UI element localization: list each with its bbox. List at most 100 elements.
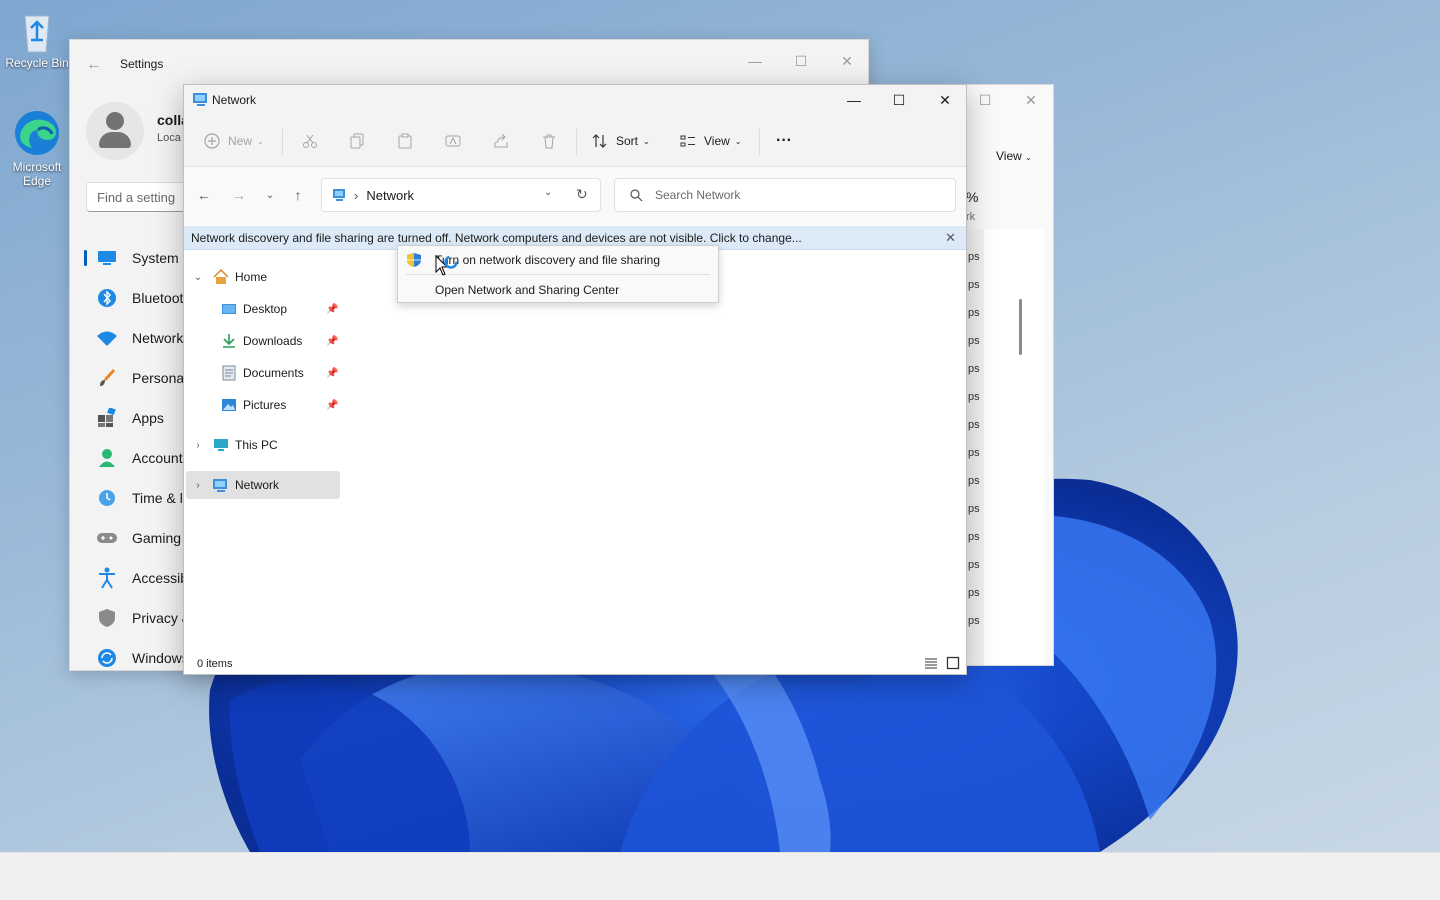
maximize-icon[interactable]: ☐ xyxy=(876,85,922,115)
navigation-pane: ⌄ Home Desktop 📌 Downloads 📌 Documents 📌… xyxy=(184,251,344,651)
tree-item-home[interactable]: ⌄ Home xyxy=(186,263,340,291)
tree-item-this-pc[interactable]: › This PC xyxy=(186,431,340,459)
desktop-icon-label: Microsoft Edge xyxy=(12,160,62,188)
rename-icon xyxy=(445,135,461,147)
list-item: ps xyxy=(968,475,980,487)
edge-icon xyxy=(15,111,59,155)
settings-title: Settings xyxy=(120,57,164,71)
pictures-icon xyxy=(220,396,238,414)
nav-label: Gaming xyxy=(132,530,182,546)
more-options-button[interactable]: ··· xyxy=(776,129,792,153)
recycle-bin-icon xyxy=(24,15,50,53)
maximize-icon[interactable]: ☐ xyxy=(786,48,816,74)
close-icon[interactable]: ✕ xyxy=(832,48,862,74)
chevron-down-icon[interactable]: ⌄ xyxy=(192,272,204,283)
item-count: 0 items xyxy=(197,658,233,670)
command-bar: New ⌄ Sort ⌄ View ⌄ ··· xyxy=(184,115,966,167)
accessibility-icon xyxy=(96,567,118,589)
tree-label: Documents xyxy=(243,366,304,380)
copy-button[interactable] xyxy=(349,129,365,153)
large-icons-view-icon[interactable] xyxy=(946,656,960,673)
forward-arrow-icon[interactable]: → xyxy=(229,185,249,205)
bluetooth-icon xyxy=(96,287,118,309)
share-button[interactable] xyxy=(493,129,509,153)
view-button[interactable]: View ⌄ xyxy=(680,129,742,153)
nav-label: System xyxy=(132,250,179,266)
address-bar-row: ← → ⌄ ↑ › Network ⌄ ↻ Search Network xyxy=(184,167,966,225)
address-bar[interactable]: › Network ⌄ ↻ xyxy=(321,178,601,212)
toolbar-divider xyxy=(576,129,577,155)
network-icon xyxy=(332,188,348,202)
chevron-right-icon[interactable]: › xyxy=(192,480,204,491)
nav-label: Network xyxy=(132,330,184,346)
pin-icon[interactable]: 📌 xyxy=(326,304,338,315)
breadcrumb-network[interactable]: Network xyxy=(366,188,414,203)
up-arrow-icon[interactable]: ↑ xyxy=(288,185,308,205)
more-icon: ··· xyxy=(776,132,792,149)
tree-label: Home xyxy=(235,270,268,284)
tree-item-downloads[interactable]: Downloads 📌 xyxy=(186,327,340,355)
list-item: ps xyxy=(968,279,980,291)
back-arrow-icon[interactable]: ← xyxy=(86,56,102,74)
desktop-icon-recycle-bin[interactable]: Recycle Bin xyxy=(3,10,71,70)
tree-item-documents[interactable]: Documents 📌 xyxy=(186,359,340,387)
pin-icon[interactable]: 📌 xyxy=(326,400,338,411)
view-list-icon xyxy=(680,135,695,147)
details-view-icon[interactable] xyxy=(924,656,938,673)
nav-label: Windows xyxy=(132,650,189,666)
menu-item-label: Open Network and Sharing Center xyxy=(435,283,620,297)
address-dropdown-chevron-icon[interactable]: ⌄ xyxy=(544,187,552,198)
minimize-icon[interactable]: — xyxy=(831,85,877,115)
home-icon xyxy=(212,268,230,286)
pin-icon[interactable]: 📌 xyxy=(326,368,338,379)
list-item: ps xyxy=(968,559,980,571)
scrollbar[interactable] xyxy=(1019,299,1022,355)
cut-button[interactable] xyxy=(302,129,318,153)
clipboard-icon xyxy=(398,133,412,149)
rename-button[interactable] xyxy=(445,129,461,153)
person-icon xyxy=(96,447,118,469)
toolbar-divider xyxy=(282,129,283,155)
profile-account-type: Loca xyxy=(157,132,181,144)
menu-item-label: Turn on network discovery and file shari… xyxy=(435,253,660,267)
close-icon[interactable]: ✕ xyxy=(945,230,956,246)
chevron-right-icon[interactable]: › xyxy=(192,440,204,451)
user-profile[interactable]: colla Loca xyxy=(86,102,189,160)
back-arrow-icon[interactable]: ← xyxy=(194,185,214,205)
list-item: ps xyxy=(968,447,980,459)
delete-button[interactable] xyxy=(541,129,557,153)
list-item: ps xyxy=(968,251,980,263)
chevron-down-icon: ⌄ xyxy=(257,136,264,146)
search-input[interactable]: Search Network xyxy=(614,178,956,212)
desktop-icon-edge[interactable]: Microsoft Edge xyxy=(3,108,71,188)
desktop-folder-icon xyxy=(220,300,238,318)
gamepad-icon xyxy=(96,527,118,549)
tree-item-network[interactable]: › Network xyxy=(186,471,340,499)
settings-titlebar: ← Settings — ☐ ✕ xyxy=(70,40,868,86)
nav-label: Apps xyxy=(132,410,164,426)
taskbar xyxy=(0,852,1440,900)
refresh-icon[interactable]: ↻ xyxy=(576,186,588,203)
minimize-icon[interactable]: — xyxy=(740,48,770,74)
paste-button[interactable] xyxy=(397,129,413,153)
list-item: ps xyxy=(968,503,980,515)
tree-item-pictures[interactable]: Pictures 📌 xyxy=(186,391,340,419)
list-item: ps xyxy=(968,335,980,347)
nav-label: Bluetoot xyxy=(132,290,184,306)
view-button[interactable]: View ⌄ xyxy=(996,149,1032,163)
plus-circle-icon xyxy=(204,133,220,149)
breadcrumb-separator: › xyxy=(354,187,359,203)
uac-shield-icon xyxy=(406,252,422,271)
pin-icon[interactable]: 📌 xyxy=(326,336,338,347)
close-icon[interactable]: ✕ xyxy=(1016,87,1046,113)
list-item: ps xyxy=(968,307,980,319)
network-icon xyxy=(192,91,210,110)
nav-label: Accounts xyxy=(132,450,190,466)
new-button[interactable]: New ⌄ xyxy=(204,129,264,153)
maximize-icon[interactable]: ☐ xyxy=(970,87,1000,113)
column-header-sub: rk xyxy=(966,211,976,223)
sort-button[interactable]: Sort ⌄ xyxy=(592,129,650,153)
recent-locations-chevron-icon[interactable]: ⌄ xyxy=(260,185,280,205)
tree-item-desktop[interactable]: Desktop 📌 xyxy=(186,295,340,323)
close-icon[interactable]: ✕ xyxy=(922,85,966,115)
